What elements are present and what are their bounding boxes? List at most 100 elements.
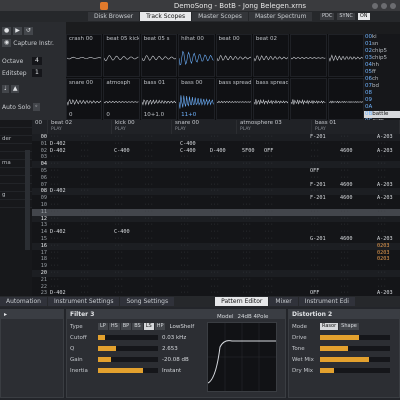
filter-model-value[interactable]: 24dB 4Pole: [238, 314, 269, 320]
pattern-line[interactable]: 07 ··· ··· ··· ··· ··· ··· ··· ··· F-201 4600 A-203: [32, 182, 400, 189]
tab-mixer[interactable]: Mixer: [269, 297, 298, 306]
empty-cell[interactable]: ···: [310, 222, 319, 229]
empty-cell[interactable]: ···: [340, 154, 349, 161]
empty-cell[interactable]: ···: [144, 195, 153, 202]
sequencer-slot[interactable]: [0, 128, 32, 136]
empty-cell[interactable]: ···: [114, 263, 123, 270]
empty-cell[interactable]: ···: [242, 141, 251, 148]
note-cell[interactable]: C-400: [114, 148, 130, 155]
on-pill[interactable]: ON: [357, 13, 370, 20]
empty-cell[interactable]: ···: [340, 188, 349, 195]
empty-cell[interactable]: ···: [210, 188, 219, 195]
instrument-item[interactable]: 05ff: [364, 69, 400, 76]
empty-cell[interactable]: ···: [180, 284, 189, 291]
note-cell[interactable]: A-203: [377, 182, 393, 189]
metronome-button[interactable]: ♩: [2, 85, 9, 93]
empty-cell[interactable]: ···: [264, 236, 273, 243]
empty-cell[interactable]: ···: [210, 222, 219, 229]
empty-cell[interactable]: ···: [80, 222, 89, 229]
empty-cell[interactable]: ···: [310, 209, 319, 216]
empty-cell[interactable]: ···: [80, 134, 89, 141]
pattern-line[interactable]: 16 ··· ··· ··· ··· ··· ··· ··· ··· ··· ··· 0203: [32, 242, 400, 250]
empty-cell[interactable]: ···: [242, 195, 251, 202]
empty-cell[interactable]: ···: [50, 202, 59, 209]
empty-cell[interactable]: ···: [144, 243, 153, 250]
empty-cell[interactable]: ···: [340, 216, 349, 223]
empty-cell[interactable]: ···: [340, 284, 349, 291]
empty-cell[interactable]: ···: [114, 154, 123, 161]
empty-cell[interactable]: ···: [80, 284, 89, 291]
empty-cell[interactable]: ···: [264, 270, 273, 277]
empty-cell[interactable]: ···: [377, 270, 386, 277]
tab-master-scopes[interactable]: Master Scopes: [192, 12, 248, 21]
empty-cell[interactable]: ···: [50, 263, 59, 270]
empty-cell[interactable]: ···: [340, 209, 349, 216]
instrument-item[interactable]: 0Bbattle: [364, 111, 400, 118]
empty-cell[interactable]: ···: [114, 270, 123, 277]
pattern-line[interactable]: 00 ··· ··· ··· ··· ··· ··· ··· ··· F-201 ··· A-203: [32, 134, 400, 141]
empty-cell[interactable]: ···: [377, 209, 386, 216]
pattern-line[interactable]: 17 ··· ··· ··· ··· ··· ··· ··· ··· ··· ··· 0203: [32, 250, 400, 257]
empty-cell[interactable]: ···: [340, 277, 349, 284]
empty-cell[interactable]: ···: [180, 195, 189, 202]
pattern-line[interactable]: 05 ··· ··· ··· ··· ··· ··· ··· ··· OFF ··· ···: [32, 168, 400, 175]
empty-cell[interactable]: ···: [180, 216, 189, 223]
empty-cell[interactable]: ···: [144, 134, 153, 141]
empty-cell[interactable]: ···: [80, 229, 89, 236]
empty-cell[interactable]: ···: [50, 209, 59, 216]
empty-cell[interactable]: ···: [144, 229, 153, 236]
empty-cell[interactable]: ···: [180, 243, 189, 250]
empty-cell[interactable]: ···: [340, 270, 349, 277]
empty-cell[interactable]: ···: [114, 175, 123, 182]
empty-cell[interactable]: ···: [80, 161, 89, 168]
empty-cell[interactable]: ···: [144, 148, 153, 155]
pattern-line[interactable]: 08 D-402 ··· ··· ··· ··· ··· ··· ··· ··· ··· ···: [32, 188, 400, 196]
sequencer-slot[interactable]: [0, 120, 32, 128]
tab-master-spectrum[interactable]: Master Spectrum: [248, 12, 313, 21]
empty-cell[interactable]: ···: [310, 243, 319, 250]
empty-cell[interactable]: ···: [144, 141, 153, 148]
instrument-item[interactable]: 01sn: [364, 41, 400, 48]
empty-cell[interactable]: ···: [144, 202, 153, 209]
empty-cell[interactable]: ···: [340, 229, 349, 236]
empty-cell[interactable]: ···: [180, 256, 189, 263]
arrow-button[interactable]: ▲: [10, 85, 20, 93]
empty-cell[interactable]: ···: [180, 263, 189, 270]
empty-cell[interactable]: ···: [180, 154, 189, 161]
empty-cell[interactable]: ···: [340, 141, 349, 148]
empty-cell[interactable]: ···: [80, 188, 89, 195]
empty-cell[interactable]: ···: [114, 256, 123, 263]
note-cell[interactable]: OFF: [310, 168, 319, 175]
empty-cell[interactable]: ···: [340, 175, 349, 182]
track-scope[interactable]: beat 05 kick: [103, 34, 140, 77]
empty-cell[interactable]: ···: [340, 256, 349, 263]
filter-type-ls[interactable]: LS: [143, 323, 154, 330]
empty-cell[interactable]: ···: [114, 243, 123, 250]
empty-cell[interactable]: ···: [264, 222, 273, 229]
empty-cell[interactable]: ···: [264, 141, 273, 148]
empty-cell[interactable]: ···: [377, 277, 386, 284]
empty-cell[interactable]: ···: [50, 270, 59, 277]
empty-cell[interactable]: ···: [210, 284, 219, 291]
empty-cell[interactable]: ···: [210, 141, 219, 148]
tab-pattern-editor[interactable]: Pattern Editor: [215, 297, 269, 306]
note-cell[interactable]: C-400: [180, 141, 196, 148]
empty-cell[interactable]: ···: [310, 161, 319, 168]
track-header[interactable]: atmosphere 03 PLAY: [237, 120, 312, 134]
empty-cell[interactable]: ···: [242, 188, 251, 195]
empty-cell[interactable]: ···: [242, 161, 251, 168]
instrument-item[interactable]: 07bd: [364, 83, 400, 90]
empty-cell[interactable]: ···: [144, 256, 153, 263]
instrument-item[interactable]: 09: [364, 97, 400, 104]
empty-cell[interactable]: ···: [242, 202, 251, 209]
distortion-mode-selector[interactable]: Rasor Shape: [320, 323, 359, 330]
empty-cell[interactable]: ···: [264, 161, 273, 168]
empty-cell[interactable]: ···: [114, 216, 123, 223]
empty-cell[interactable]: ···: [80, 154, 89, 161]
empty-cell[interactable]: ···: [144, 284, 153, 291]
empty-cell[interactable]: ···: [114, 195, 123, 202]
empty-cell[interactable]: ···: [310, 284, 319, 291]
sequencer-slot[interactable]: der: [0, 136, 32, 144]
empty-cell[interactable]: ···: [180, 182, 189, 189]
note-cell[interactable]: A-203: [377, 236, 393, 243]
